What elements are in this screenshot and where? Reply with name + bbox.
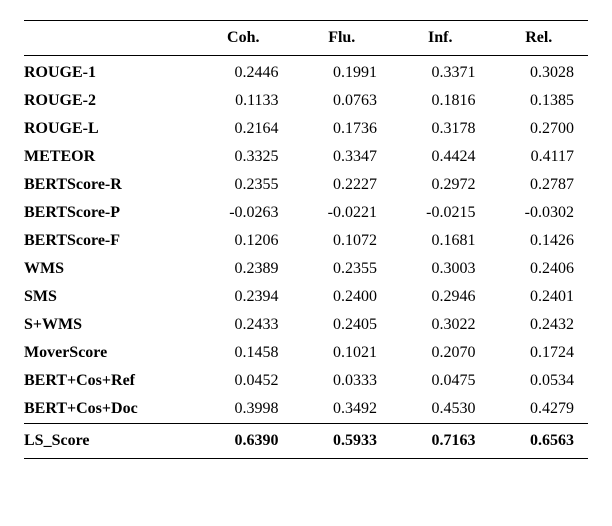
metric-value: 0.2432 (489, 311, 588, 339)
table-row: ROUGE-20.11330.07630.18160.1385 (24, 87, 588, 115)
table-row: METEOR0.33250.33470.44240.4117 (24, 143, 588, 171)
metric-value: 0.2972 (391, 171, 489, 199)
header-inf: Inf. (391, 21, 489, 56)
metric-name: LS_Score (24, 424, 194, 459)
metric-value: 0.0534 (489, 367, 588, 395)
metric-name: BERT+Cos+Ref (24, 367, 194, 395)
metric-value: -0.0263 (194, 199, 292, 227)
table-row: WMS0.23890.23550.30030.2406 (24, 255, 588, 283)
metric-value: 0.2355 (293, 255, 391, 283)
metric-value: 0.3492 (293, 395, 391, 424)
metric-name: BERTScore-F (24, 227, 194, 255)
table-row: SMS0.23940.24000.29460.2401 (24, 283, 588, 311)
metric-value: 0.3003 (391, 255, 489, 283)
metric-value: -0.0302 (489, 199, 588, 227)
metric-value: 0.7163 (391, 424, 489, 459)
metric-value: 0.3325 (194, 143, 292, 171)
metric-value: 0.0475 (391, 367, 489, 395)
metric-value: 0.0333 (293, 367, 391, 395)
metric-value: 0.0452 (194, 367, 292, 395)
metric-value: 0.1458 (194, 339, 292, 367)
metric-value: 0.0763 (293, 87, 391, 115)
header-flu: Flu. (293, 21, 391, 56)
metric-value: 0.1426 (489, 227, 588, 255)
metric-value: 0.2405 (293, 311, 391, 339)
metric-value: 0.5933 (293, 424, 391, 459)
metric-value: 0.2700 (489, 115, 588, 143)
header-blank (24, 21, 194, 56)
metric-value: 0.2946 (391, 283, 489, 311)
metric-value: 0.2227 (293, 171, 391, 199)
metric-name: ROUGE-L (24, 115, 194, 143)
metric-name: WMS (24, 255, 194, 283)
metric-value: 0.1736 (293, 115, 391, 143)
metric-value: 0.1816 (391, 87, 489, 115)
table-row: ROUGE-L0.21640.17360.31780.2700 (24, 115, 588, 143)
header-rel: Rel. (489, 21, 588, 56)
metric-value: 0.1991 (293, 56, 391, 88)
table-row: MoverScore0.14580.10210.20700.1724 (24, 339, 588, 367)
metric-value: -0.0221 (293, 199, 391, 227)
metric-value: 0.4424 (391, 143, 489, 171)
metric-value: 0.2070 (391, 339, 489, 367)
metric-value: 0.3371 (391, 56, 489, 88)
metric-value: 0.4117 (489, 143, 588, 171)
metric-name: BERTScore-P (24, 199, 194, 227)
metric-value: 0.1072 (293, 227, 391, 255)
correlation-table: Coh. Flu. Inf. Rel. ROUGE-10.24460.19910… (24, 20, 588, 459)
metric-value: 0.2400 (293, 283, 391, 311)
table-row: BERT+Cos+Ref0.04520.03330.04750.0534 (24, 367, 588, 395)
metric-value: 0.2355 (194, 171, 292, 199)
metric-name: BERT+Cos+Doc (24, 395, 194, 424)
metric-value: 0.3178 (391, 115, 489, 143)
metric-name: SMS (24, 283, 194, 311)
table-row: BERTScore-P-0.0263-0.0221-0.0215-0.0302 (24, 199, 588, 227)
metric-value: 0.3022 (391, 311, 489, 339)
table-body: ROUGE-10.24460.19910.33710.3028ROUGE-20.… (24, 56, 588, 459)
table-row: BERTScore-F0.12060.10720.16810.1426 (24, 227, 588, 255)
metric-value: 0.2389 (194, 255, 292, 283)
metric-value: 0.6563 (489, 424, 588, 459)
metric-value: 0.2401 (489, 283, 588, 311)
metric-name: S+WMS (24, 311, 194, 339)
header-row: Coh. Flu. Inf. Rel. (24, 21, 588, 56)
metric-value: 0.2164 (194, 115, 292, 143)
metric-value: 0.3998 (194, 395, 292, 424)
metric-value: 0.2446 (194, 56, 292, 88)
metric-name: MoverScore (24, 339, 194, 367)
metric-name: ROUGE-2 (24, 87, 194, 115)
metric-value: 0.3028 (489, 56, 588, 88)
metric-value: 0.2433 (194, 311, 292, 339)
metric-value: 0.2787 (489, 171, 588, 199)
table-row: BERT+Cos+Doc0.39980.34920.45300.4279 (24, 395, 588, 424)
metric-value: 0.2406 (489, 255, 588, 283)
table-row: BERTScore-R0.23550.22270.29720.2787 (24, 171, 588, 199)
table-row: LS_Score0.63900.59330.71630.6563 (24, 424, 588, 459)
metric-value: 0.4279 (489, 395, 588, 424)
metric-name: BERTScore-R (24, 171, 194, 199)
metric-value: 0.1133 (194, 87, 292, 115)
header-coh: Coh. (194, 21, 292, 56)
metric-value: 0.4530 (391, 395, 489, 424)
table-row: S+WMS0.24330.24050.30220.2432 (24, 311, 588, 339)
metric-value: -0.0215 (391, 199, 489, 227)
metric-value: 0.6390 (194, 424, 292, 459)
metric-name: ROUGE-1 (24, 56, 194, 88)
table-row: ROUGE-10.24460.19910.33710.3028 (24, 56, 588, 88)
metric-value: 0.1206 (194, 227, 292, 255)
metric-value: 0.3347 (293, 143, 391, 171)
metric-name: METEOR (24, 143, 194, 171)
metric-value: 0.1385 (489, 87, 588, 115)
metric-value: 0.1724 (489, 339, 588, 367)
metric-value: 0.1021 (293, 339, 391, 367)
metric-value: 0.1681 (391, 227, 489, 255)
metric-value: 0.2394 (194, 283, 292, 311)
